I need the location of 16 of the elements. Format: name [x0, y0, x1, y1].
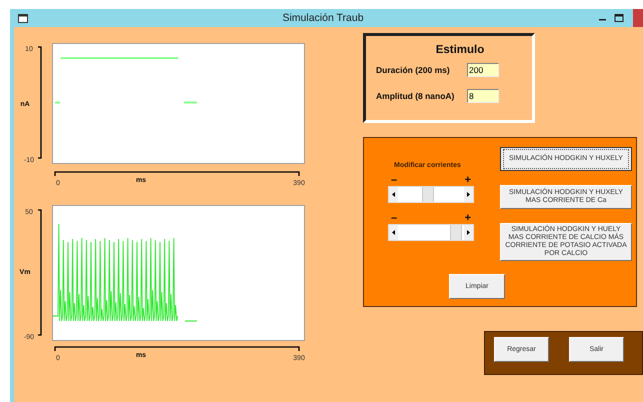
- minus-label: –: [391, 175, 398, 186]
- slider-thumb[interactable]: [450, 225, 462, 240]
- minus-label: –: [391, 213, 398, 224]
- input-field[interactable]: 8: [467, 89, 499, 103]
- field-label: Duración (200 ms): [376, 65, 451, 75]
- panel-title: Estimulo: [434, 44, 486, 56]
- scrollbar-slider[interactable]: [388, 186, 474, 203]
- scrollbar-slider[interactable]: [388, 224, 474, 241]
- window-icon: [18, 14, 28, 22]
- slider-thumb[interactable]: [422, 187, 434, 202]
- field-label: Amplitud (8 nanoA): [376, 91, 456, 101]
- input-field[interactable]: 200: [467, 63, 499, 77]
- maximize-icon[interactable]: [614, 13, 624, 23]
- plus-label: +: [464, 175, 471, 186]
- window-title: Simulación Traub: [281, 12, 365, 24]
- plus-label: +: [464, 213, 471, 224]
